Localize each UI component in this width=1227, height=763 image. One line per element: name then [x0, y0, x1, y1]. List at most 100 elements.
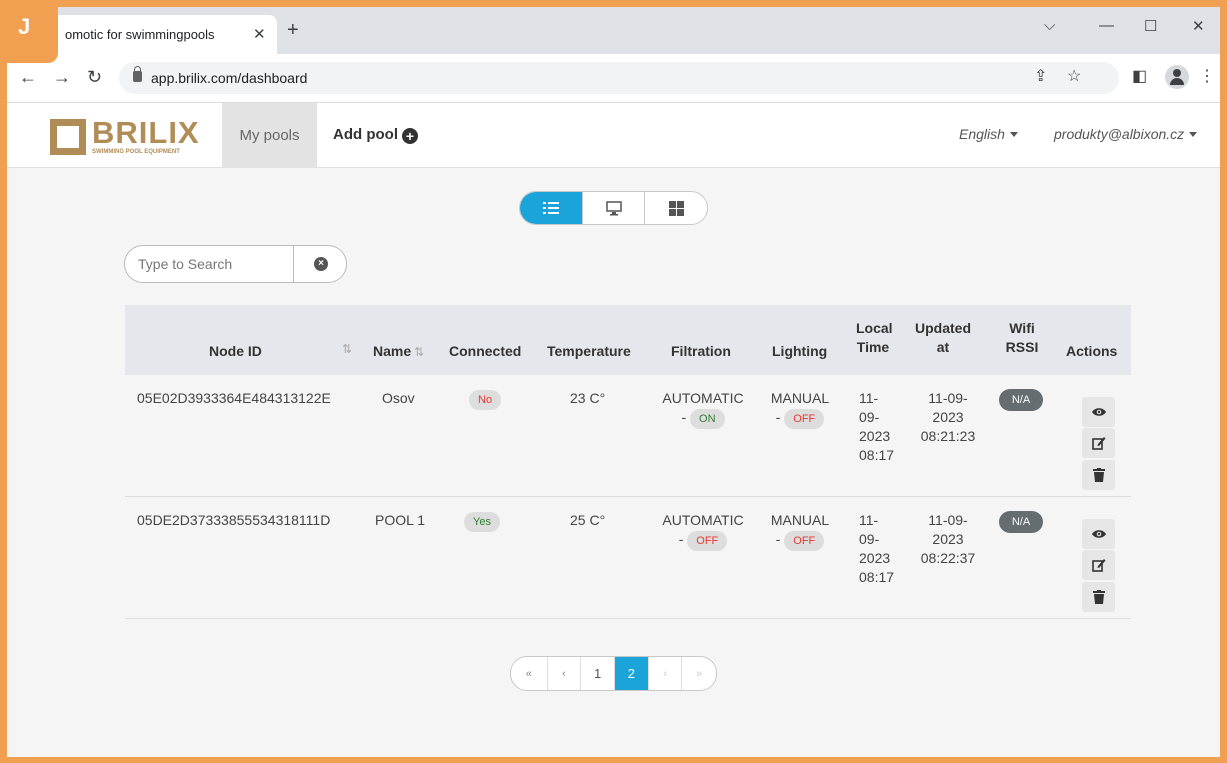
- view-button[interactable]: [1082, 397, 1115, 427]
- temperature-cell: 25 C°: [570, 512, 606, 528]
- address-bar[interactable]: app.brilix.com/dashboard: [119, 62, 1119, 94]
- delete-button[interactable]: [1082, 582, 1115, 612]
- overlay-badge: J: [0, 0, 58, 63]
- eye-icon: [1091, 408, 1106, 416]
- column-header-local-time-line1: Local: [856, 320, 893, 336]
- monitor-icon: [605, 200, 622, 215]
- column-header-node-id[interactable]: Node ID: [209, 342, 262, 361]
- view-switcher: [519, 191, 708, 225]
- search-clear-button[interactable]: ×: [293, 246, 346, 282]
- list-icon: [542, 202, 559, 214]
- maximize-icon[interactable]: ☐: [1144, 17, 1157, 35]
- bookmark-star-icon[interactable]: ☆: [1067, 69, 1081, 85]
- name-cell: POOL 1: [375, 512, 426, 528]
- local-time-part: 08:17: [859, 447, 895, 463]
- logo-square-icon: [50, 119, 86, 155]
- page-2-button[interactable]: 2: [614, 657, 649, 690]
- table-row: 05DE2D37333855534318111D POOL 1 Yes 25 C…: [125, 497, 1131, 619]
- wifi-rssi-badge: N/A: [999, 511, 1043, 533]
- tab-search-chevron-icon[interactable]: ⌵: [1044, 17, 1055, 34]
- local-time-part: 2023: [859, 428, 891, 444]
- column-header-wifi-line1: Wifi: [1009, 320, 1035, 336]
- nav-add-pool[interactable]: Add pool +: [333, 126, 418, 144]
- grid-icon: [668, 200, 684, 216]
- window-close-icon[interactable]: ✕: [1192, 17, 1205, 35]
- profile-avatar[interactable]: [1165, 65, 1189, 89]
- logo-tagline: SWIMMING POOL EQUIPMENT: [92, 149, 180, 155]
- clear-circle-icon: ×: [314, 257, 328, 271]
- updated-at-part: 2023: [932, 409, 964, 425]
- table-header: Node ID ⇅ Name ⇅ Connected Temperature Fi…: [125, 305, 1131, 375]
- nav-my-pools-label: My pools: [239, 127, 300, 144]
- tab-strip: omotic for swimmingpools ✕ + ⌵ — ☐ ✕: [7, 7, 1220, 54]
- edit-button[interactable]: [1082, 550, 1115, 580]
- column-header-lighting: Lighting: [772, 343, 828, 359]
- tab-title: omotic for swimmingpools: [65, 27, 215, 42]
- updated-at-part: 2023: [932, 531, 964, 547]
- lock-icon: [133, 66, 142, 82]
- updated-at-part: 11-09-: [928, 390, 968, 406]
- last-page-button[interactable]: »: [682, 657, 716, 690]
- column-header-filtration: Filtration: [671, 343, 731, 359]
- filtration-mode: AUTOMATIC: [662, 512, 744, 528]
- column-header-actions: Actions: [1066, 343, 1118, 359]
- minimize-icon[interactable]: —: [1099, 17, 1114, 34]
- search-input[interactable]: [125, 246, 293, 282]
- next-page-button[interactable]: ›: [649, 657, 683, 690]
- name-cell: Osov: [382, 390, 415, 406]
- view-button[interactable]: [1082, 519, 1115, 549]
- column-header-updated-line1: Updated: [915, 320, 971, 336]
- back-icon[interactable]: ←: [19, 68, 37, 86]
- page-1-button[interactable]: 1: [581, 657, 615, 690]
- browser-menu-icon[interactable]: ⋮: [1199, 69, 1215, 85]
- nav-add-pool-label: Add pool: [333, 126, 398, 143]
- edit-icon: [1091, 437, 1105, 450]
- new-tab-icon[interactable]: +: [287, 20, 299, 40]
- filtration-state-badge: OFF: [687, 531, 728, 551]
- list-view-button[interactable]: [520, 192, 583, 224]
- connected-cell: Yes: [464, 511, 500, 532]
- local-time-part: 11-: [859, 390, 879, 406]
- site-navbar: BRILIX SWIMMING POOL EQUIPMENT My pools …: [7, 103, 1220, 168]
- column-header-local-time: Local Time: [856, 319, 893, 357]
- language-dropdown[interactable]: English: [959, 126, 1018, 142]
- lighting-cell: MANUAL - OFF: [765, 389, 835, 429]
- brilix-logo[interactable]: BRILIX SWIMMING POOL EQUIPMENT: [50, 115, 210, 159]
- delete-button[interactable]: [1082, 460, 1115, 490]
- column-header-name[interactable]: Name ⇅: [373, 342, 424, 362]
- node-id-cell: 05DE2D37333855534318111D: [137, 512, 331, 528]
- updated-at-part: 08:21:23: [920, 428, 976, 444]
- connected-cell: No: [469, 389, 502, 410]
- address-toolbar: ← → ↻ app.brilix.com/dashboard ⇪ ☆ ◧ ⋮: [7, 54, 1220, 103]
- forward-icon[interactable]: →: [53, 68, 71, 86]
- column-header-wifi-line2: RSSI: [1005, 339, 1039, 355]
- local-time-cell: 11- 09- 2023 08:17: [859, 389, 894, 465]
- column-header-connected: Connected: [449, 343, 522, 359]
- reload-icon[interactable]: ↻: [87, 68, 102, 86]
- local-time-cell: 11- 09- 2023 08:17: [859, 511, 894, 587]
- side-panel-icon[interactable]: ◧: [1132, 69, 1147, 85]
- lighting-cell: MANUAL - OFF: [765, 511, 835, 551]
- node-id-cell: 05E02D3933364E484313122E: [137, 390, 331, 406]
- sort-icon[interactable]: ⇅: [414, 345, 424, 359]
- first-page-button[interactable]: «: [511, 657, 548, 690]
- column-header-local-time-line2: Time: [856, 339, 890, 355]
- sort-icon[interactable]: ⇅: [342, 342, 352, 356]
- prev-page-button[interactable]: ‹: [548, 657, 582, 690]
- grid-view-button[interactable]: [645, 192, 707, 224]
- connected-badge: Yes: [464, 512, 500, 532]
- monitor-view-button[interactable]: [583, 192, 646, 224]
- connected-badge: No: [469, 390, 502, 410]
- nav-my-pools[interactable]: My pools: [222, 103, 317, 168]
- lighting-state-badge: OFF: [784, 409, 825, 429]
- language-label: English: [959, 126, 1005, 142]
- local-time-part: 09-: [859, 409, 880, 425]
- edit-button[interactable]: [1082, 428, 1115, 458]
- temperature-cell: 23 C°: [570, 390, 606, 406]
- filtration-cell: AUTOMATIC - OFF: [655, 511, 751, 551]
- tab-close-icon[interactable]: ✕: [253, 25, 266, 43]
- updated-at-cell: 11-09- 2023 08:22:37: [913, 511, 983, 568]
- user-dropdown[interactable]: produkty@albixon.cz: [1054, 126, 1198, 142]
- share-icon[interactable]: ⇪: [1034, 69, 1047, 85]
- trash-icon: [1092, 468, 1105, 482]
